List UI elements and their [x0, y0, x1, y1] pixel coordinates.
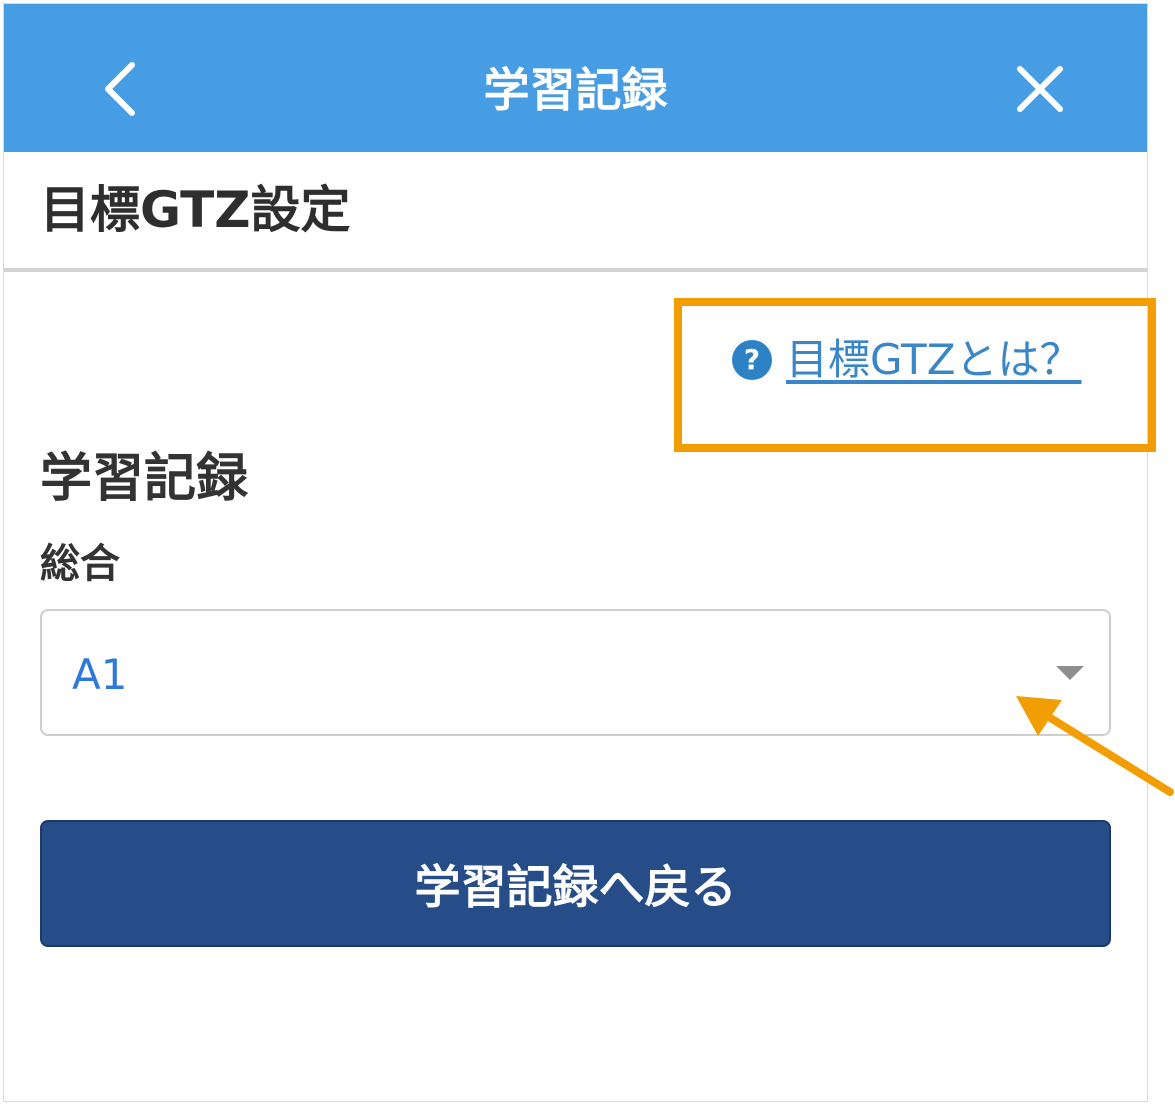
header-title: 学習記録 — [483, 63, 668, 117]
title-divider — [4, 268, 1147, 272]
section-title: 学習記録 — [40, 449, 249, 509]
back-to-records-button[interactable]: 学習記録へ戻る — [40, 820, 1111, 947]
select-value: A1 — [72, 650, 128, 699]
gtz-help-link[interactable]: ? 目標GTZとは？ — [732, 332, 1081, 388]
app-header: 学習記録 — [4, 4, 1147, 152]
caret-down-icon — [1056, 666, 1084, 680]
field-label: 総合 — [40, 541, 120, 587]
help-link-text: 目標GTZとは？ — [786, 335, 1082, 384]
gtz-target-select[interactable]: A1 — [40, 609, 1111, 736]
annotation-arrow — [1016, 696, 1174, 796]
close-button[interactable] — [1008, 56, 1072, 122]
page-title: 目標GTZ設定 — [40, 181, 351, 239]
close-icon — [1017, 66, 1063, 112]
question-circle-icon: ? — [732, 340, 772, 380]
